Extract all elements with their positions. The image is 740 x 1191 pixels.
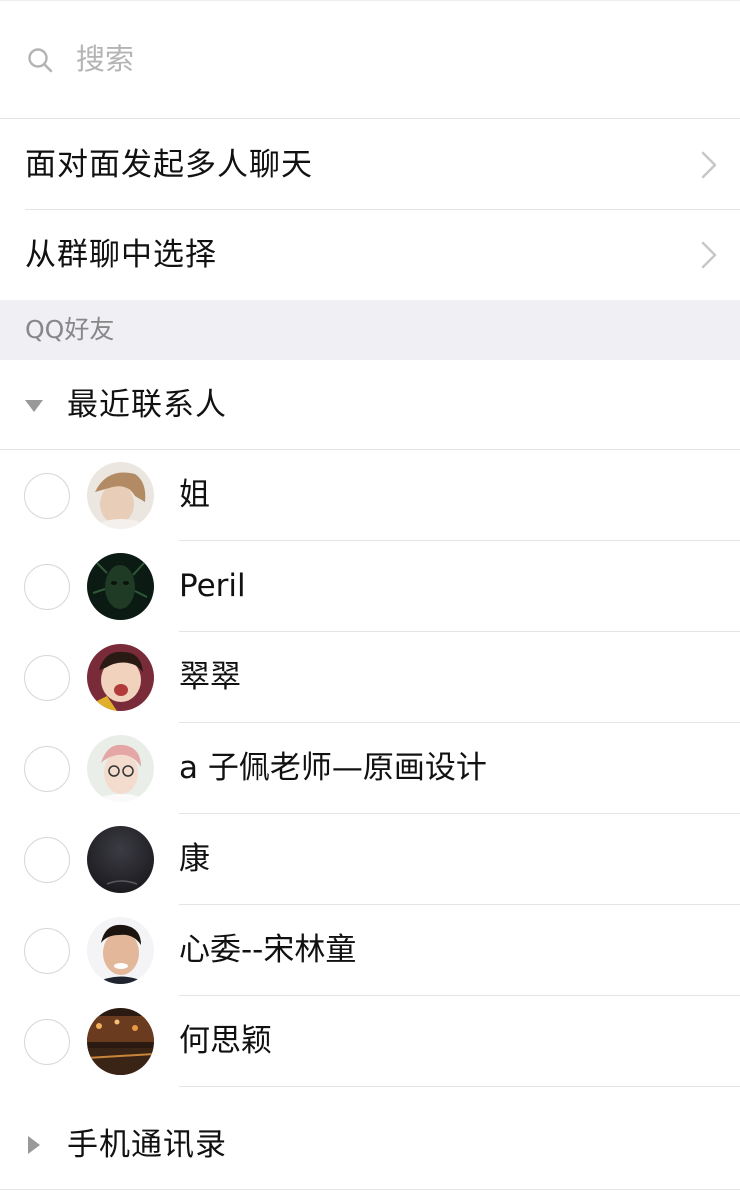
menu-item-label: 面对面发起多人聊天 <box>25 147 313 183</box>
friend-name: 何思颖 <box>179 1023 272 1059</box>
search-icon <box>28 48 53 73</box>
divider <box>0 118 740 119</box>
select-from-group-chat-row[interactable]: 从群聊中选择 <box>0 210 740 300</box>
divider <box>0 1189 740 1190</box>
chevron-right-icon <box>701 241 717 269</box>
section-header-qq-friends: QQ好友 <box>0 300 740 360</box>
select-radio[interactable] <box>24 928 70 974</box>
friend-row[interactable]: a 子佩老师—原画设计 <box>0 723 740 814</box>
section-label: QQ好友 <box>25 315 115 344</box>
group-label: 最近联系人 <box>67 387 227 423</box>
select-radio[interactable] <box>24 746 70 792</box>
search-bar[interactable]: 搜索 <box>0 0 740 118</box>
triangle-down-icon <box>25 400 43 412</box>
select-radio[interactable] <box>24 655 70 701</box>
avatar <box>87 917 154 984</box>
avatar <box>87 1008 154 1075</box>
friend-name: 康 <box>179 841 210 877</box>
friend-name: 心委--宋林童 <box>179 932 357 968</box>
select-radio[interactable] <box>24 564 70 610</box>
friend-row[interactable]: 康 <box>0 814 740 905</box>
friend-name: Peril <box>179 568 246 604</box>
face-to-face-group-chat-row[interactable]: 面对面发起多人聊天 <box>0 120 740 210</box>
friend-row[interactable]: 心委--宋林童 <box>0 905 740 996</box>
avatar <box>87 735 154 802</box>
friend-row[interactable]: 姐 <box>0 450 740 541</box>
menu-item-label: 从群聊中选择 <box>25 237 217 273</box>
divider <box>179 1086 740 1087</box>
group-phone-contacts[interactable]: 手机通讯录 <box>0 1100 740 1190</box>
avatar <box>87 462 154 529</box>
chevron-right-icon <box>701 151 717 179</box>
friend-row[interactable]: 翠翠 <box>0 632 740 723</box>
avatar <box>87 644 154 711</box>
friend-name: 翠翠 <box>179 659 241 695</box>
friend-row[interactable]: 何思颖 <box>0 996 740 1087</box>
select-radio[interactable] <box>24 473 70 519</box>
select-radio[interactable] <box>24 837 70 883</box>
select-radio[interactable] <box>24 1019 70 1065</box>
triangle-right-icon <box>28 1136 40 1154</box>
group-label: 手机通讯录 <box>67 1127 227 1163</box>
search-placeholder: 搜索 <box>76 42 135 76</box>
friend-row[interactable]: Peril <box>0 541 740 632</box>
group-recent-contacts[interactable]: 最近联系人 <box>0 360 740 450</box>
avatar <box>87 826 154 893</box>
avatar <box>87 553 154 620</box>
friend-name: a 子佩老师—原画设计 <box>179 750 487 786</box>
friend-name: 姐 <box>179 477 210 513</box>
